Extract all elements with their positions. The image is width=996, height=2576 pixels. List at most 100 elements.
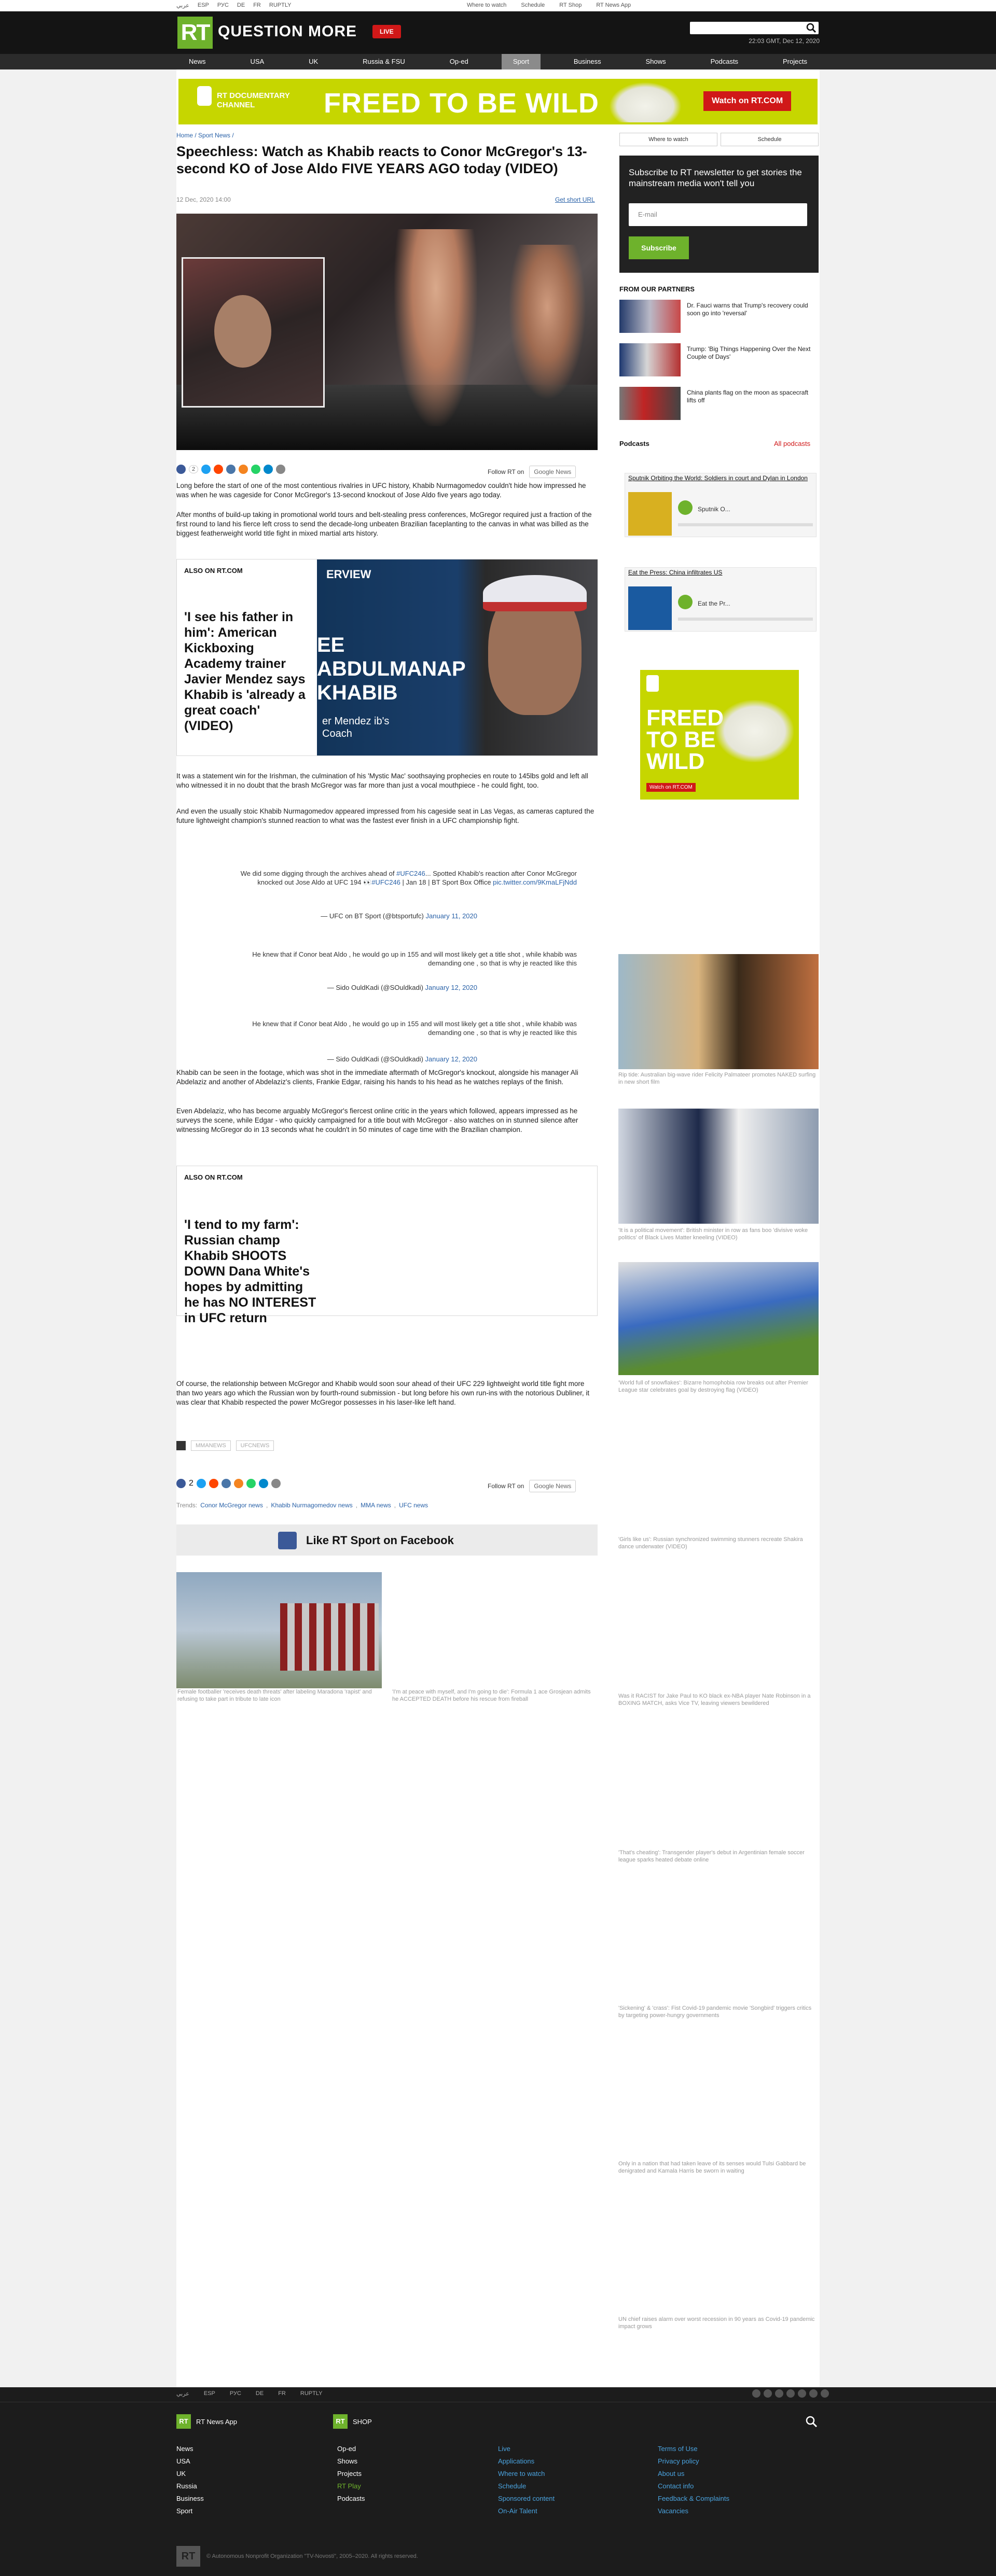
tweet-3-date[interactable]: January 12, 2020 xyxy=(425,1055,477,1063)
trend-khabib[interactable]: Khabib Nurmagomedov news xyxy=(271,1502,352,1509)
sidebar-news-caption[interactable]: 'World full of snowflakes': Bizarre homo… xyxy=(618,1379,819,1394)
vk-icon[interactable] xyxy=(809,2389,818,2398)
footer-link[interactable]: Terms of Use xyxy=(658,2444,729,2454)
play-icon[interactable] xyxy=(678,595,693,609)
rss-icon[interactable] xyxy=(821,2389,829,2398)
tag-ufcnews[interactable]: UFCNEWS xyxy=(236,1440,274,1451)
ruptly-link[interactable]: RUPTLY xyxy=(269,2,292,9)
nav-projects[interactable]: Projects xyxy=(771,54,819,69)
sidebar-news-caption[interactable]: 'Sickening' & 'crass': Fist Covid-19 pan… xyxy=(618,2005,819,2019)
footer-lang-ar[interactable]: عربي xyxy=(176,2390,189,2397)
footer-link[interactable]: Sponsored content xyxy=(498,2494,555,2503)
footer-app-link[interactable]: RT RT News App xyxy=(176,2414,237,2429)
tweet-1-hashtag-2[interactable]: #UFC246 xyxy=(371,878,400,886)
play-icon[interactable] xyxy=(678,500,693,515)
lang-ru[interactable]: РУС xyxy=(217,2,229,9)
ok-icon[interactable] xyxy=(233,1479,243,1488)
footer-link[interactable]: About us xyxy=(658,2469,729,2479)
footer-link[interactable]: Privacy policy xyxy=(658,2457,729,2466)
tab-where-to-watch[interactable]: Where to watch xyxy=(619,133,717,146)
footer-link[interactable]: Schedule xyxy=(498,2482,555,2491)
subscribe-button[interactable]: Subscribe xyxy=(629,236,689,259)
trend-mcgregor[interactable]: Conor McGregor news xyxy=(200,1502,263,1509)
partner-item[interactable]: Dr. Fauci warns that Trump's recovery co… xyxy=(619,300,819,333)
google-news-button[interactable]: Google News xyxy=(529,466,576,478)
search-icon[interactable] xyxy=(805,2415,818,2428)
footer-link[interactable]: On-Air Talent xyxy=(498,2507,555,2516)
nav-oped[interactable]: Op-ed xyxy=(438,54,480,69)
email-icon[interactable] xyxy=(271,1479,281,1488)
footer-link[interactable]: RT Play xyxy=(337,2482,365,2491)
footer-ruptly[interactable]: RUPTLY xyxy=(300,2390,323,2397)
tweet-1-hashtag-1[interactable]: #UFC246 xyxy=(396,870,425,877)
nav-podcasts[interactable]: Podcasts xyxy=(699,54,750,69)
rt-shop-link[interactable]: RT Shop xyxy=(559,2,582,8)
sidebar-news-caption[interactable]: 'It is a political movement': British mi… xyxy=(618,1227,819,1241)
rt-logo[interactable]: RT xyxy=(177,17,213,49)
lang-de[interactable]: DE xyxy=(237,2,245,9)
search-input[interactable] xyxy=(690,22,819,34)
tweet-2-date[interactable]: January 12, 2020 xyxy=(425,984,477,991)
footer-lang-es[interactable]: ESP xyxy=(204,2390,215,2397)
podcast-waveform[interactable] xyxy=(678,523,813,526)
nav-news[interactable]: News xyxy=(177,54,217,69)
also-on-rt-title[interactable]: 'I see his father in him': American Kick… xyxy=(184,609,309,734)
nav-russia[interactable]: Russia & FSU xyxy=(351,54,417,69)
email-icon[interactable] xyxy=(276,465,286,474)
podcast-waveform[interactable] xyxy=(678,618,813,621)
related-image[interactable] xyxy=(176,1572,382,1688)
youtube-icon[interactable] xyxy=(786,2389,795,2398)
ok-icon[interactable] xyxy=(239,465,248,474)
footer-link[interactable]: Shows xyxy=(337,2457,365,2466)
footer-link[interactable]: Sport xyxy=(176,2507,204,2516)
telegram-icon[interactable] xyxy=(798,2389,806,2398)
telegram-icon[interactable] xyxy=(258,1479,268,1488)
trend-ufc[interactable]: UFC news xyxy=(399,1502,428,1509)
twitter-icon[interactable] xyxy=(764,2389,772,2398)
lang-ar[interactable]: عربي xyxy=(176,2,189,9)
sidebar-news-caption[interactable]: Only in a nation that had taken leave of… xyxy=(618,2160,819,2175)
banner-cta-button[interactable]: Watch on RT.COM xyxy=(703,91,792,111)
also-on-rt-title-2[interactable]: 'I tend to my farm': Russian champ Khabi… xyxy=(184,1217,319,1326)
facebook-like-banner[interactable]: Like RT Sport on Facebook xyxy=(176,1524,598,1556)
footer-link[interactable]: UK xyxy=(176,2469,204,2479)
rt-logo-footer[interactable]: RT xyxy=(176,2546,200,2567)
email-field[interactable]: E-mail xyxy=(629,203,807,226)
where-to-watch-link[interactable]: Where to watch xyxy=(467,2,506,8)
facebook-icon[interactable] xyxy=(176,1479,186,1488)
footer-link[interactable]: Vacancies xyxy=(658,2507,729,2516)
footer-link[interactable]: Contact info xyxy=(658,2482,729,2491)
search-icon[interactable] xyxy=(806,23,817,33)
also-on-rt-card[interactable]: ALSO ON RT.COM 'I see his father in him'… xyxy=(176,559,598,756)
tab-schedule[interactable]: Schedule xyxy=(721,133,819,146)
nav-uk[interactable]: UK xyxy=(297,54,329,69)
short-url-link[interactable]: Get short URL xyxy=(555,196,595,203)
footer-link[interactable]: Where to watch xyxy=(498,2469,555,2479)
footer-lang-de[interactable]: DE xyxy=(256,2390,264,2397)
breadcrumb-sport-news[interactable]: Sport News xyxy=(198,132,230,139)
nav-shows[interactable]: Shows xyxy=(634,54,677,69)
tag-mmanews[interactable]: MMANEWS xyxy=(191,1440,231,1451)
also-on-rt-card-2[interactable]: ALSO ON RT.COM 'I tend to my farm': Russ… xyxy=(176,1166,598,1325)
tweet-1-date[interactable]: January 11, 2020 xyxy=(426,912,478,920)
sidebar-news-image[interactable] xyxy=(618,1262,819,1375)
footer-link[interactable]: Applications xyxy=(498,2457,555,2466)
rt-news-app-link[interactable]: RT News App xyxy=(596,2,631,8)
podcast-title[interactable]: Sputnik Orbiting the World: Soldiers in … xyxy=(628,474,815,482)
sidebar-news-caption[interactable]: Was it RACIST for Jake Paul to KO black … xyxy=(618,1692,819,1707)
sidebar-news-image[interactable] xyxy=(618,1109,819,1224)
vk-icon[interactable] xyxy=(221,1479,231,1488)
twitter-icon[interactable] xyxy=(201,465,211,474)
sidebar-news-caption[interactable]: 'That's cheating': Transgender player's … xyxy=(618,1849,819,1864)
sidebar-news-caption[interactable]: Rip tide: Australian big-wave rider Feli… xyxy=(618,1071,819,1086)
all-podcasts-link[interactable]: All podcasts xyxy=(774,440,810,447)
footer-link[interactable]: Business xyxy=(176,2494,204,2503)
footer-link[interactable]: Op-ed xyxy=(337,2444,365,2454)
footer-link[interactable]: Podcasts xyxy=(337,2494,365,2503)
footer-link[interactable]: USA xyxy=(176,2457,204,2466)
partner-item[interactable]: Trump: 'Big Things Happening Over the Ne… xyxy=(619,343,819,376)
schedule-link[interactable]: Schedule xyxy=(521,2,545,8)
nav-usa[interactable]: USA xyxy=(239,54,275,69)
footer-link[interactable]: Live xyxy=(498,2444,555,2454)
twitter-icon[interactable] xyxy=(196,1479,206,1488)
